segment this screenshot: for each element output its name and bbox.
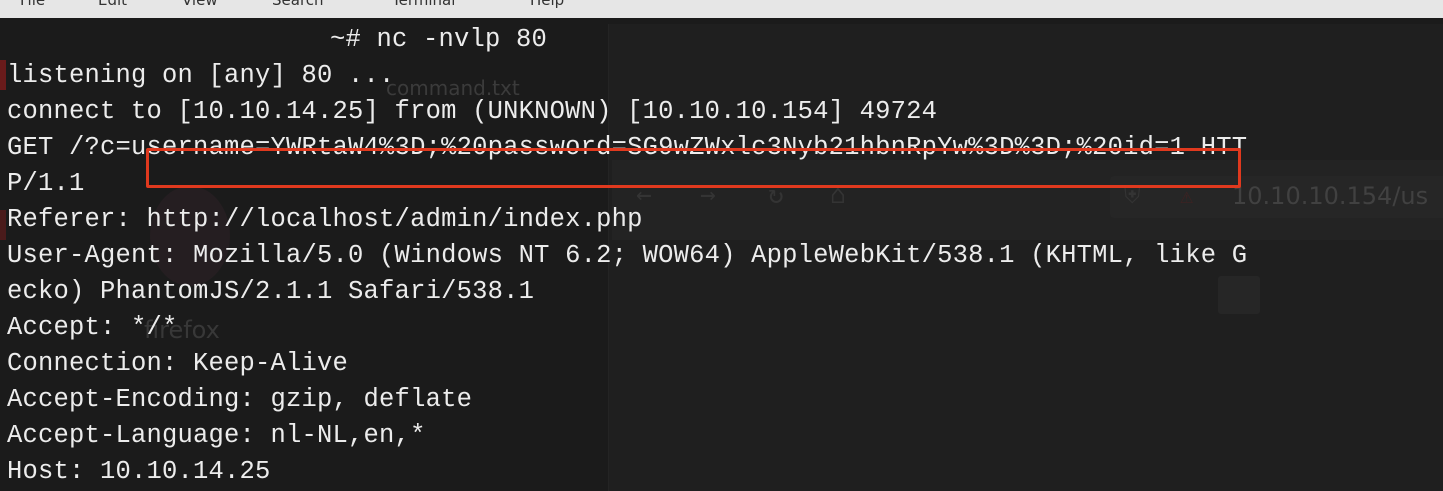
terminal-line: Host: 10.10.14.25: [7, 457, 271, 486]
terminal-line: ecko) PhantomJS/2.1.1 Safari/538.1: [7, 277, 535, 306]
terminal-line: Accept: */*: [7, 313, 178, 342]
terminal-line: connect to [10.10.14.25] from (UNKNOWN) …: [7, 97, 938, 126]
shell-prompt: ~# nc -nvlp 80: [330, 25, 548, 54]
terminal-line: Referer: http://localhost/admin/index.ph…: [7, 205, 643, 234]
terminal-line: listening on [any] 80 ...: [7, 61, 395, 90]
credentials-highlight-box: [146, 148, 1241, 188]
menu-help[interactable]: Help: [530, 0, 564, 9]
terminal-menubar: File Edit View Search Terminal Help: [0, 0, 1443, 18]
menu-view[interactable]: View: [182, 0, 218, 9]
terminal-output[interactable]: ~# nc -nvlp 80 listening on [any] 80 ...…: [0, 20, 1443, 491]
menu-file[interactable]: File: [20, 0, 45, 9]
terminal-line: User-Agent: Mozilla/5.0 (Windows NT 6.2;…: [7, 241, 1248, 270]
menu-search[interactable]: Search: [272, 0, 324, 9]
menu-terminal[interactable]: Terminal: [392, 0, 455, 9]
terminal-line: Accept-Language: nl-NL,en,*: [7, 421, 426, 450]
terminal-line: Connection: Keep-Alive: [7, 349, 349, 378]
menu-edit[interactable]: Edit: [98, 0, 127, 9]
terminal-line: P/1.1: [7, 169, 85, 198]
terminal-line: Accept-Encoding: gzip, deflate: [7, 385, 473, 414]
